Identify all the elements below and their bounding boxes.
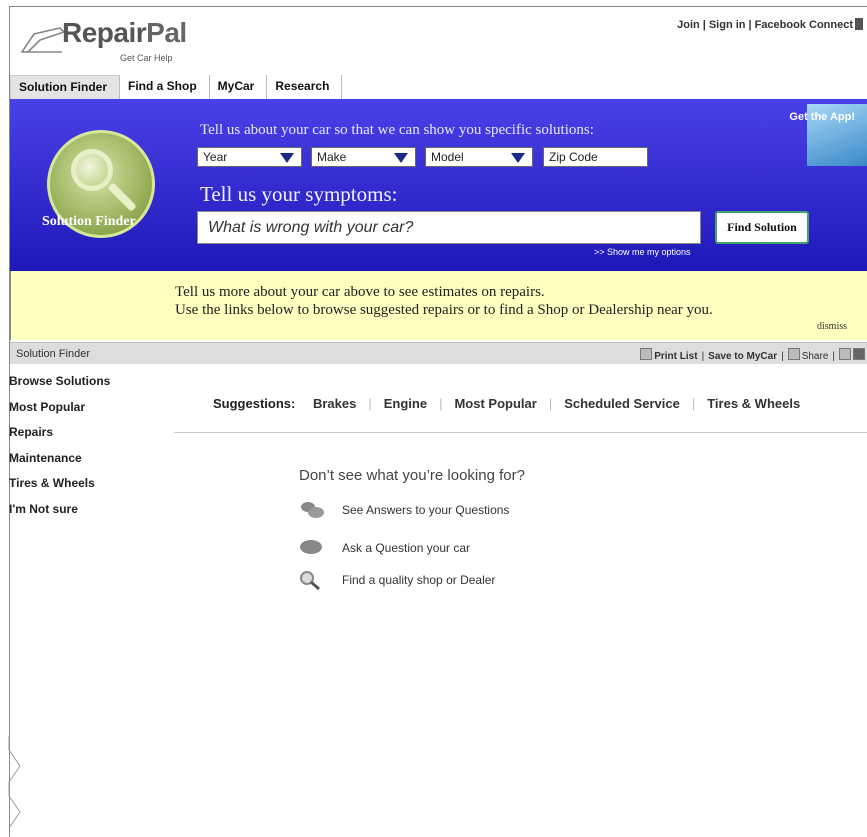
suggestion-brakes[interactable]: Brakes xyxy=(313,396,356,411)
solution-finder-label: Solution Finder xyxy=(42,214,136,229)
tab-find-a-shop[interactable]: Find a Shop xyxy=(120,75,210,99)
magnifier-icon xyxy=(299,570,325,591)
ask-question-link[interactable]: Ask a Question your car xyxy=(342,541,470,555)
separator: | xyxy=(368,396,372,411)
separator: | xyxy=(748,19,752,31)
year-select[interactable]: Year xyxy=(197,147,302,167)
print-icon xyxy=(640,348,653,360)
suggestion-scheduled-service[interactable]: Scheduled Service xyxy=(564,396,680,411)
symptom-input[interactable]: What is wrong with your car? xyxy=(197,211,701,244)
help-title: Don’t see what you’re looking for? xyxy=(299,467,525,484)
symptom-placeholder: What is wrong with your car? xyxy=(208,219,414,236)
symptoms-title: Tell us your symptoms: xyxy=(200,182,398,206)
dropdown-arrow-icon xyxy=(280,153,294,163)
logo-brand-a: Repair xyxy=(62,17,147,48)
divider xyxy=(174,432,867,433)
separator: | xyxy=(781,351,784,362)
separator: | xyxy=(702,19,706,31)
answers-link[interactable]: See Answers to your Questions xyxy=(342,503,509,517)
car-outline-icon xyxy=(20,27,66,53)
facebook-connect-link[interactable]: Facebook Connect xyxy=(755,19,853,31)
zip-code-input[interactable]: Zip Code xyxy=(543,147,648,167)
tab-solution-finder[interactable]: Solution Finder xyxy=(10,75,120,100)
facebook-icon[interactable] xyxy=(855,18,863,30)
section-title: Solution Finder xyxy=(16,348,90,360)
sidebar-item-tires-wheels[interactable]: Tires & Wheels xyxy=(9,476,110,502)
show-options-link[interactable]: >> Show me my options xyxy=(594,247,691,257)
suggestion-tires-wheels[interactable]: Tires & Wheels xyxy=(707,396,800,411)
make-select-value: Make xyxy=(317,150,347,164)
social-icon-2[interactable] xyxy=(853,348,865,360)
browse-sidebar: Browse Solutions Most Popular Repairs Ma… xyxy=(9,374,110,527)
separator: | xyxy=(439,396,443,411)
suggestions-bar: Suggestions: Brakes | Engine | Most Popular |… xyxy=(213,396,800,411)
sidebar-item-browse-solutions[interactable]: Browse Solutions xyxy=(9,374,110,400)
question-bubble-icon xyxy=(299,538,325,558)
magnifier-lens-icon xyxy=(71,149,113,191)
tab-mycar[interactable]: MyCar xyxy=(210,75,268,99)
torn-edge-decoration xyxy=(8,736,21,829)
estimate-notice: Tell us more about your car above to see… xyxy=(10,271,867,340)
main-nav-tabs: Solution Finder Find a Shop MyCar Resear… xyxy=(10,75,343,100)
banner-intro-text: Tell us about your car so that we can sh… xyxy=(200,122,594,138)
year-select-value: Year xyxy=(203,150,228,164)
get-the-app-link[interactable]: Get the App! xyxy=(789,111,855,123)
print-list-link[interactable]: Print List xyxy=(654,351,697,362)
separator: | xyxy=(701,351,705,362)
find-solution-button[interactable]: Find Solution xyxy=(715,211,809,244)
answers-bubbles-icon xyxy=(299,500,325,520)
separator: | xyxy=(832,351,835,362)
suggestion-most-popular[interactable]: Most Popular xyxy=(454,396,536,411)
separator: | xyxy=(548,396,553,411)
sidebar-item-most-popular[interactable]: Most Popular xyxy=(9,400,110,426)
zip-code-placeholder: Zip Code xyxy=(549,150,598,164)
notice-line-2: Use the links below to browse suggested … xyxy=(175,302,713,318)
solution-finder-banner: Solution Finder Tell us about your car s… xyxy=(10,99,867,271)
model-select-value: Model xyxy=(431,150,464,164)
suggestion-engine[interactable]: Engine xyxy=(384,396,427,411)
repairpal-logo[interactable]: RepairPal Get Car Help xyxy=(20,16,200,66)
model-select[interactable]: Model xyxy=(425,147,533,167)
social-icon[interactable] xyxy=(839,348,851,360)
dropdown-arrow-icon xyxy=(394,153,408,163)
account-links: Join | Sign in | Facebook Connect xyxy=(677,18,863,31)
sidebar-item-repairs[interactable]: Repairs xyxy=(9,425,110,451)
toolbar-actions: Print List | Save to MyCar | Share | xyxy=(640,348,867,362)
save-to-mycar-link[interactable]: Save to MyCar xyxy=(708,351,777,362)
suggestions-label: Suggestions: xyxy=(213,396,296,411)
logo-tagline: Get Car Help xyxy=(120,53,173,63)
sidebar-item-maintenance[interactable]: Maintenance xyxy=(9,451,110,477)
logo-brand-b: Pal xyxy=(146,17,187,48)
share-link[interactable]: Share xyxy=(802,351,829,362)
separator: | xyxy=(691,396,696,411)
notice-line-1: Tell us more about your car above to see… xyxy=(175,284,545,300)
make-select[interactable]: Make xyxy=(311,147,416,167)
signin-link[interactable]: Sign in xyxy=(709,19,746,31)
logo-text: RepairPal xyxy=(62,17,187,49)
tab-research[interactable]: Research xyxy=(267,75,343,99)
section-toolbar: Solution Finder Print List | Save to MyCar… xyxy=(10,342,867,364)
share-plus-icon xyxy=(787,348,800,360)
join-link[interactable]: Join xyxy=(677,19,700,31)
dropdown-arrow-icon xyxy=(511,153,525,163)
magnifier-handle-icon xyxy=(107,182,137,212)
dismiss-link[interactable]: dismiss xyxy=(817,321,847,332)
sidebar-item-not-sure[interactable]: I'm Not sure xyxy=(9,502,110,528)
find-shop-link[interactable]: Find a quality shop or Dealer xyxy=(342,573,495,587)
